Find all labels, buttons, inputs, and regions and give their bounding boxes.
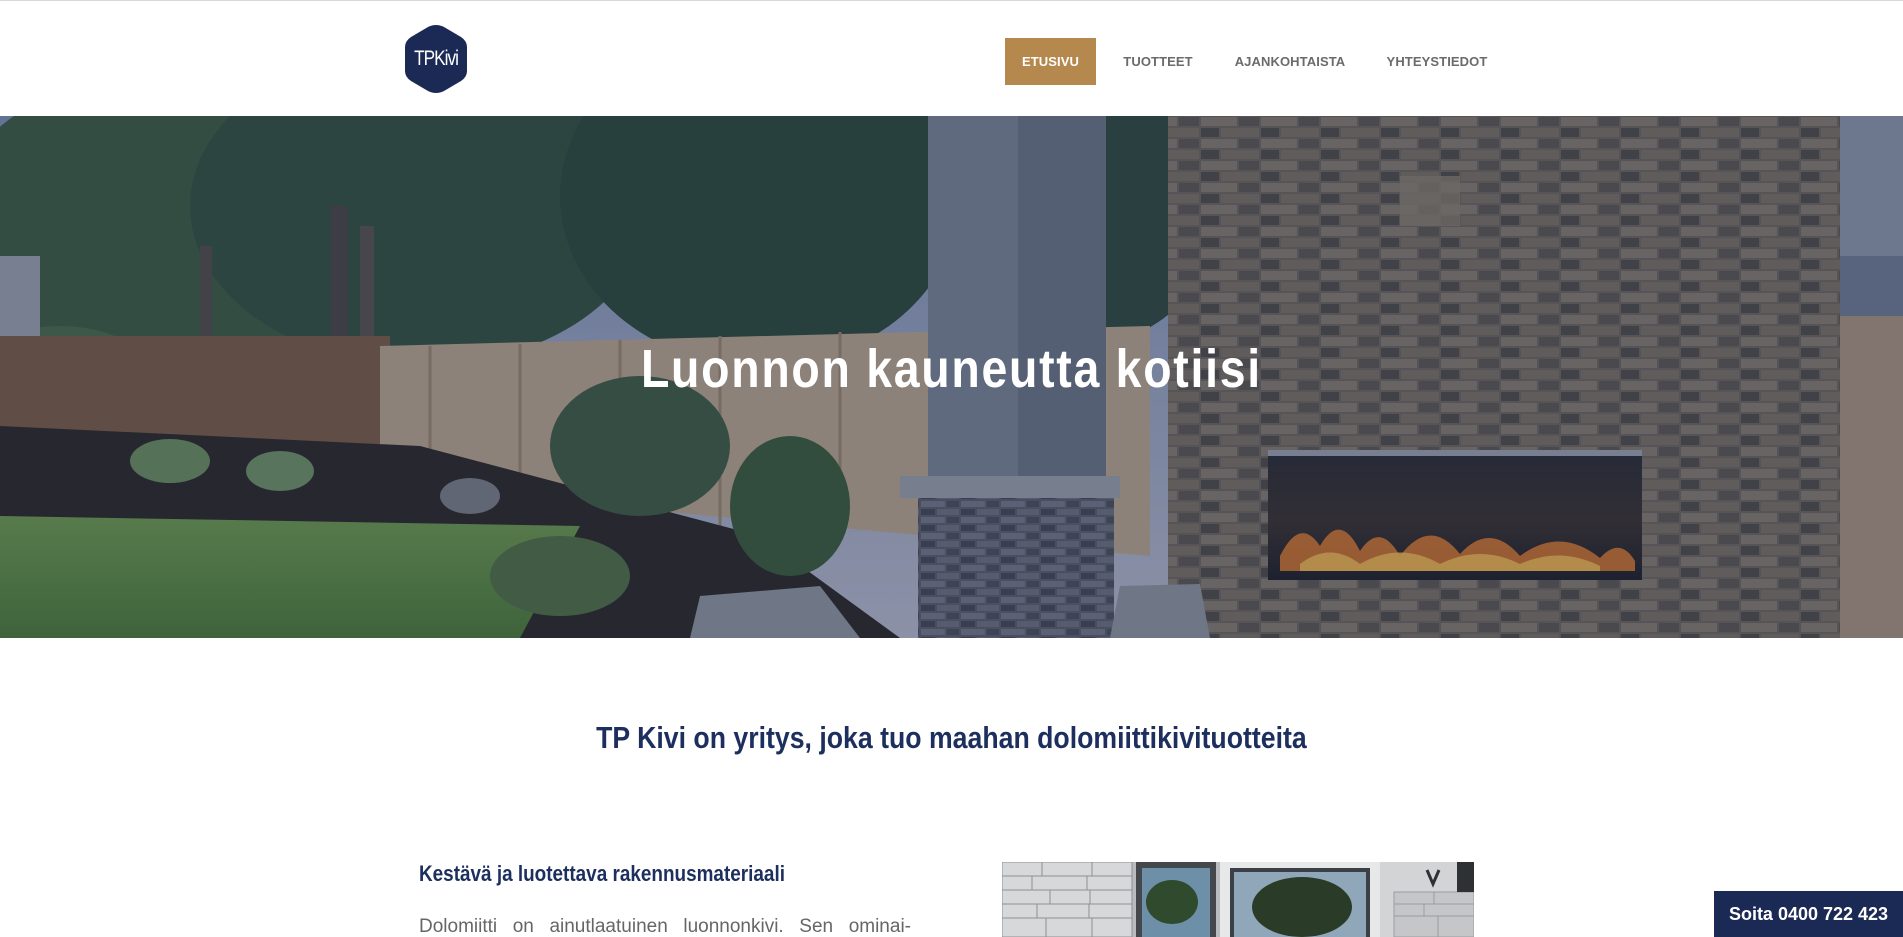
intro-heading: TP Kivi on yritys, joka tuo maahan dolom… — [596, 720, 1307, 755]
main-nav: ETUSIVU TUOTTEET AJANKOHTAISTA YHTEYSTIE… — [0, 38, 1903, 85]
hero-title: Luonnon kauneutta kotiisi — [640, 339, 1262, 399]
hero-banner: Luonnon kauneutta kotiisi — [0, 116, 1903, 638]
nav-item-etusivu[interactable]: ETUSIVU — [1005, 38, 1096, 85]
feature-heading: Kestävä ja luotettava rakennusmateriaali — [419, 861, 785, 886]
site-header: TPKivi ETUSIVU TUOTTEET AJANKOHTAISTA YH… — [0, 1, 1903, 116]
nav-item-yhteystiedot[interactable]: YHTEYSTIEDOT — [1383, 38, 1491, 85]
nav-item-tuotteet[interactable]: TUOTTEET — [1114, 38, 1202, 85]
nav-item-ajankohtaista[interactable]: AJANKOHTAISTA — [1232, 38, 1348, 85]
call-phone-button[interactable]: Soita 0400 722 423 — [1714, 891, 1903, 937]
feature-image — [1002, 862, 1474, 937]
house-facade-image — [1002, 862, 1474, 937]
feature-text: Dolomiitti on ainutlaatuinen luonnonkivi… — [419, 916, 911, 937]
